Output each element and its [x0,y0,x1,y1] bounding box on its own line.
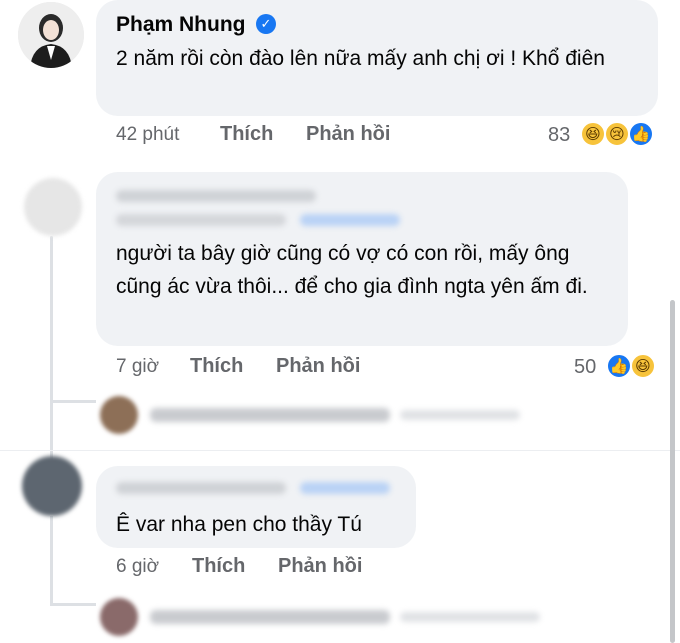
like-button[interactable]: Thích [220,123,273,146]
comment-text: người ta bây giờ cũng có vợ có con rồi, … [116,242,588,298]
avatar[interactable] [22,456,82,516]
blurred-reply-preview[interactable] [150,610,390,624]
avatar[interactable] [18,2,84,68]
reaction-count[interactable]: 50 [574,356,596,379]
comment-text: 2 năm rồi còn đào lên nữa mấy anh chị ơi… [116,47,605,70]
thread-line [50,400,96,403]
comment-time[interactable]: 7 giờ [116,356,159,378]
thread-line [50,603,96,606]
avatar[interactable] [100,396,138,434]
blurred-author-name [116,190,316,202]
like-reaction-icon: 👍 [628,121,654,147]
reaction-count[interactable]: 83 [548,124,570,147]
blurred-reply-meta [400,612,540,622]
comment-text: Ê var nha pen cho thầy Tú [116,513,362,536]
comment-author[interactable]: Phạm Nhung [116,13,246,37]
reply-button[interactable]: Phản hồi [276,355,360,378]
haha-reaction-icon: 😆 [580,121,606,147]
like-reaction-icon: 👍 [606,353,632,379]
like-button[interactable]: Thích [192,555,245,578]
avatar[interactable] [100,598,138,636]
blurred-follow-link [300,482,390,494]
blurred-reply-meta [400,410,520,420]
verified-badge-icon: ✓ [256,14,276,34]
thread-line [50,516,53,606]
sad-reaction-icon: 😢 [604,121,630,147]
reply-button[interactable]: Phản hồi [278,555,362,578]
blurred-reply-preview[interactable] [150,408,390,422]
reply-button[interactable]: Phản hồi [306,123,390,146]
scrollbar[interactable] [670,300,675,643]
blurred-author-name [116,482,286,494]
comment-time[interactable]: 6 giờ [116,556,159,578]
blurred-author-subline [116,214,286,226]
haha-reaction-icon: 😆 [630,353,656,379]
blurred-follow-link [300,214,400,226]
avatar[interactable] [24,178,82,236]
divider [0,450,680,451]
like-button[interactable]: Thích [190,355,243,378]
comment-time[interactable]: 42 phút [116,124,179,146]
